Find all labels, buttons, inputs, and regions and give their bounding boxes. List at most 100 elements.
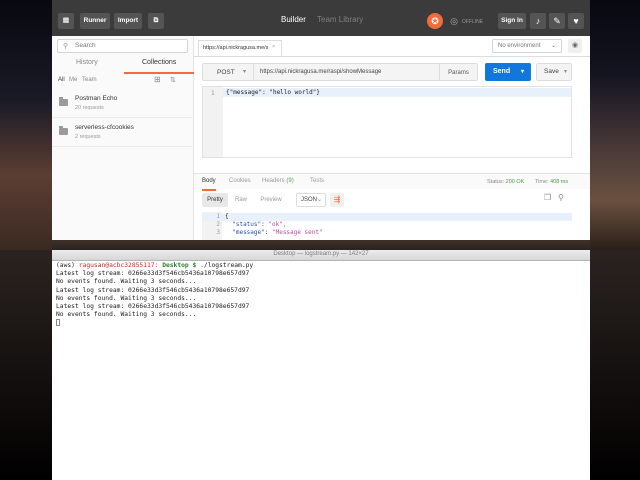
postman-window: ▤ Runner Import ⧉ Builder Team Library ✪…	[52, 0, 590, 240]
json-key: "status"	[232, 221, 262, 228]
line-number: 1	[216, 213, 220, 220]
line-number: 1	[211, 90, 215, 97]
code-line: 2 "status": "ok",	[202, 221, 572, 229]
sign-in-button[interactable]: Sign In	[498, 13, 526, 29]
wrap-lines-icon[interactable]: ⇶	[330, 193, 344, 207]
tab-tests[interactable]: Tests	[310, 178, 324, 184]
prompt-user-host: ragusan@acbc32855117:	[78, 262, 159, 269]
notifications-icon[interactable]: ♪	[530, 13, 546, 29]
status-label: Status:	[487, 179, 505, 185]
folder-icon	[59, 97, 68, 106]
new-collection-icon[interactable]: ⊞	[154, 75, 161, 84]
save-button[interactable]: Save ▾	[536, 63, 572, 81]
filter-me[interactable]: Me	[69, 77, 77, 83]
code-text: "message": "Message sent"	[232, 229, 323, 236]
line-number: 3	[216, 229, 220, 236]
response-toolbar: Pretty Raw Preview JSON ⌄ ⇶ ❐ ⚲	[202, 193, 572, 207]
collection-name: Postman Echo	[75, 95, 118, 102]
team-library-tab[interactable]: Team Library	[317, 15, 363, 24]
terminal-cursor	[56, 319, 60, 327]
collections-tab-indicator	[124, 72, 194, 74]
settings-icon[interactable]: ✎	[549, 13, 565, 29]
search-input[interactable]	[75, 42, 175, 49]
response-status: Status: 200 OK	[487, 179, 524, 185]
import-button[interactable]: Import	[114, 13, 142, 29]
time-value: 408 ms	[550, 179, 569, 185]
tab-history[interactable]: History	[76, 59, 98, 66]
filter-team[interactable]: Team	[82, 77, 97, 83]
response-time: Time: 408 ms	[535, 179, 568, 185]
method-select[interactable]: POST ▾	[202, 63, 254, 81]
output-line: Latest log stream: 0266e33d3f546cb5436a1…	[56, 286, 250, 294]
request-builder: https://api.nickragusa.me/s × No environ…	[194, 36, 590, 240]
send-label: Send	[493, 68, 511, 75]
code-line: 3 "message": "Message sent"	[202, 229, 572, 237]
environment-select[interactable]: No environment ⌄	[492, 39, 562, 53]
interceptor-icon[interactable]: ✪	[427, 13, 443, 29]
terminal-output[interactable]: (aws) ragusan@acbc32855117: Desktop $ ./…	[56, 262, 586, 328]
builder-tab[interactable]: Builder	[281, 15, 306, 24]
request-tab[interactable]: https://api.nickragusa.me/s ×	[198, 40, 282, 56]
json-value: "ok",	[268, 221, 287, 228]
cursor-line	[56, 319, 586, 327]
close-icon[interactable]: ×	[272, 44, 275, 50]
terminal-window[interactable]: Desktop — logstream.py — 142×27 (aws) ra…	[52, 250, 590, 480]
code-text: "status": "ok",	[232, 221, 287, 228]
raw-button[interactable]: Raw	[230, 193, 252, 207]
sort-icon[interactable]: ⇅	[170, 76, 176, 84]
line-number: 2	[216, 221, 220, 228]
chevron-down-icon: ⌄	[316, 197, 322, 203]
sidebar-toggle-button[interactable]: ▤	[58, 13, 74, 29]
collection-item[interactable]: Postman Echo 20 requests	[52, 90, 194, 118]
time-label: Time:	[535, 179, 549, 185]
eye-icon[interactable]: ◉	[568, 39, 582, 53]
format-value: JSON	[301, 197, 318, 203]
terminal-titlebar: Desktop — logstream.py — 142×27	[52, 250, 590, 261]
chevron-down-icon[interactable]: ▾	[521, 63, 524, 81]
chevron-down-icon[interactable]: ▾	[564, 64, 567, 80]
heart-icon[interactable]: ♥	[568, 13, 584, 29]
code-text: {	[225, 213, 229, 220]
filter-all[interactable]: All	[58, 77, 65, 83]
request-body-editor[interactable]: 1 {"message": "hello world"}	[202, 86, 572, 158]
url-input[interactable]: https://api.nickragusa.me/raspi/showMess…	[254, 63, 440, 81]
tab-body[interactable]: Body	[202, 178, 216, 184]
runner-button[interactable]: Runner	[80, 13, 110, 29]
request-body-code[interactable]: {"message": "hello world"}	[226, 89, 320, 96]
tab-headers-label: Headers	[262, 178, 285, 184]
sidebar-icon: ▤	[62, 17, 70, 24]
pretty-button[interactable]: Pretty	[202, 193, 228, 207]
editor-gutter	[203, 87, 223, 157]
response-body[interactable]: 1 { 2 "status": "ok", 3 "message": "Mess…	[202, 212, 572, 240]
output-line: No events found. Waiting 3 seconds...	[56, 311, 197, 319]
new-window-icon: ⧉	[153, 17, 159, 24]
params-button[interactable]: Params	[440, 63, 478, 81]
copy-icon[interactable]: ❐	[544, 193, 551, 202]
tab-cookies[interactable]: Cookies	[229, 178, 251, 184]
body-tab-indicator	[202, 189, 216, 191]
preview-button[interactable]: Preview	[254, 193, 288, 207]
send-button[interactable]: Send ▾	[485, 63, 531, 81]
collection-count: 20 requests	[75, 105, 104, 111]
code-line: 1 {	[202, 213, 572, 221]
sync-icon[interactable]: ◎	[446, 13, 462, 29]
status-value: 200 OK	[505, 179, 525, 185]
search-field[interactable]: ⚲	[57, 39, 188, 53]
folder-icon	[59, 126, 68, 135]
json-value: "Message sent"	[271, 229, 323, 236]
search-icon[interactable]: ⚲	[558, 193, 564, 202]
collection-count: 2 requests	[75, 134, 101, 140]
format-select[interactable]: JSON ⌄	[296, 193, 326, 207]
collection-item[interactable]: serverless-cfcookies 2 requests	[52, 119, 194, 147]
collection-filters: All Me Team ⊞ ⇅	[58, 75, 188, 87]
request-tab-label: https://api.nickragusa.me/s	[203, 45, 269, 51]
prompt-line: (aws) ragusan@acbc32855117: Desktop $ ./…	[56, 262, 586, 270]
sidebar: ⚲ History Collections All Me Team ⊞ ⇅ Po…	[52, 36, 194, 240]
method-value: POST	[217, 69, 235, 76]
tab-headers[interactable]: Headers (9)	[262, 178, 294, 184]
output-line: Latest log stream: 0266e33d3f546cb5436a1…	[56, 302, 250, 310]
new-window-button[interactable]: ⧉	[148, 13, 164, 29]
json-key: "message"	[232, 229, 265, 236]
tab-collections[interactable]: Collections	[142, 59, 176, 66]
tab-bar-divider	[194, 56, 590, 57]
